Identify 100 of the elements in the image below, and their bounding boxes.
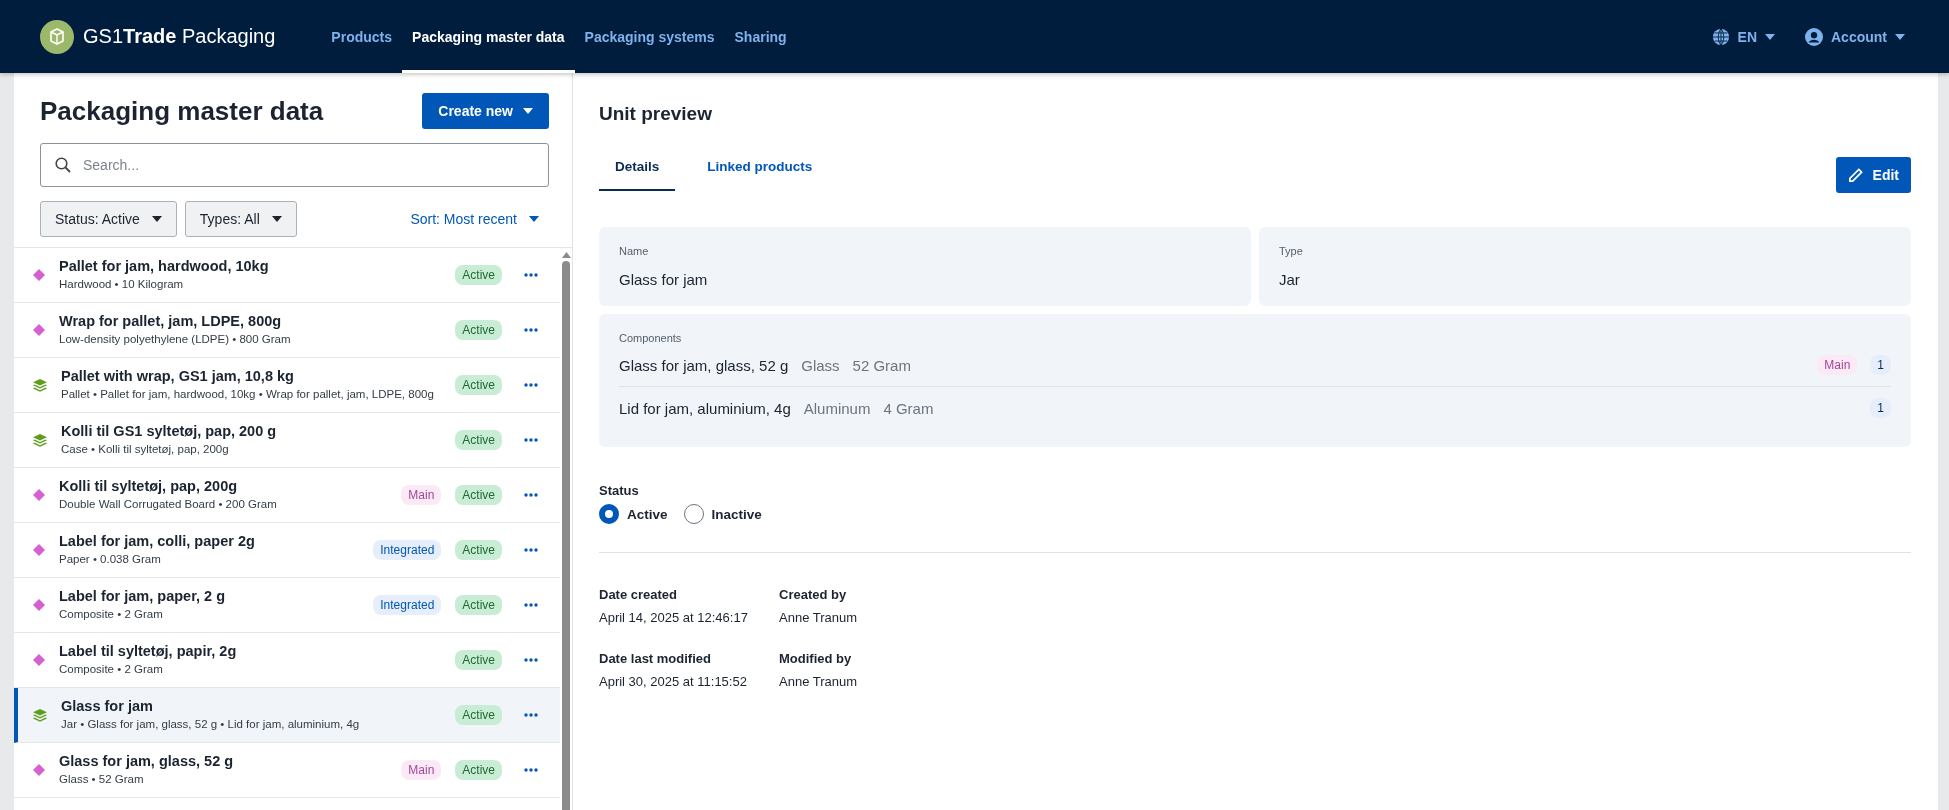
more-icon <box>524 768 538 772</box>
more-icon <box>524 383 538 387</box>
status-radio[interactable]: Active <box>599 504 668 524</box>
more-icon <box>524 658 538 662</box>
diamond-icon <box>33 544 45 556</box>
status-badge: Active <box>455 485 502 505</box>
item-subtitle: Composite • 2 Gram <box>59 606 164 622</box>
field-value: Glass for jam <box>619 271 709 288</box>
meta-value: Anne Tranum <box>779 610 859 625</box>
item-subtitle: Hardwood • 10 Kilogram <box>59 276 185 292</box>
diamond-icon <box>33 599 45 611</box>
brand-name: GS1Trade Packaging <box>83 25 276 48</box>
meta-label: Modified by <box>779 651 853 666</box>
status-badge: Active <box>455 540 502 560</box>
tag-badge: Integrated <box>373 595 442 615</box>
component-name: Glass for jam, glass, 52 g <box>619 356 789 374</box>
item-subtitle: Paper • 0.038 Gram <box>59 551 162 567</box>
filter-dropdown[interactable]: Types: All <box>184 201 297 237</box>
pencil-icon <box>1847 167 1863 183</box>
user-icon <box>1805 27 1823 46</box>
meta-value: Anne Tranum <box>779 674 859 689</box>
field-value: Jar <box>1279 271 1301 288</box>
language-button[interactable]: EN <box>1707 23 1779 50</box>
tag-badge: Main <box>1817 355 1858 375</box>
tag-badge: Integrated <box>373 540 442 560</box>
item-title: Kolli til GS1 syltetøj, pap, 200 g <box>61 422 278 439</box>
create-new-button[interactable]: Create new <box>422 93 549 129</box>
component-material: Aluminum <box>803 399 871 417</box>
status-badge: Active <box>455 375 502 395</box>
item-title: Wrap for pallet, jam, LDPE, 800g <box>59 312 283 329</box>
status-badge: Active <box>455 705 502 725</box>
caret-icon <box>151 216 162 222</box>
item-title: Label for jam, paper, 2 g <box>59 587 226 604</box>
status-badge: Active <box>455 320 502 340</box>
layers-icon <box>33 378 47 392</box>
more-icon <box>524 713 538 717</box>
status-radio[interactable]: Inactive <box>683 504 762 524</box>
globe-icon <box>1711 27 1730 46</box>
diamond-icon <box>33 324 45 336</box>
more-icon <box>524 438 538 442</box>
component-material: Glass <box>801 356 840 374</box>
list-item[interactable]: Glass for jam Jar • Glass for jam, glass, 52 g • Lid for jam, aluminium, 4g Active <box>14 688 560 743</box>
meta-label: Date last modified <box>599 651 712 666</box>
status-badge: Active <box>455 650 502 670</box>
component-name: Lid for jam, aluminium, 4g <box>619 399 791 417</box>
caret-icon <box>523 108 533 114</box>
field-label: Name <box>619 245 650 257</box>
scroll-up-arrow-icon[interactable] <box>561 252 571 258</box>
item-subtitle: Glass • 52 Gram <box>59 771 145 787</box>
more-icon <box>524 493 538 497</box>
count-badge: 1 <box>1870 398 1891 418</box>
account-button[interactable]: Account <box>1801 23 1909 50</box>
field-label: Components <box>619 332 683 344</box>
sort-dropdown[interactable]: Sort: Most recent <box>400 211 549 227</box>
diamond-icon <box>33 654 45 666</box>
status-label: Status <box>599 483 640 498</box>
status-badge: Active <box>455 430 502 450</box>
nav-link[interactable]: Sharing <box>724 0 797 73</box>
item-subtitle: Jar • Glass for jam, glass, 52 g • Lid for jam, aluminium, 4g <box>61 716 361 732</box>
tag-badge: Main <box>401 760 442 780</box>
meta-value: April 30, 2025 at 11:15:52 <box>599 674 748 689</box>
meta-label: Created by <box>779 587 848 602</box>
diamond-icon <box>33 269 45 281</box>
more-icon <box>524 273 538 277</box>
nav-link[interactable]: Packaging systems <box>574 0 725 73</box>
item-title: Label for jam, colli, paper 2g <box>59 532 256 549</box>
nav-link[interactable]: Products <box>321 0 403 73</box>
item-subtitle: Double Wall Corrugated Board • 200 Gram <box>59 496 278 512</box>
component-weight: 52 Gram <box>852 356 911 374</box>
item-title: Glass for jam <box>61 697 154 714</box>
logo-icon <box>40 19 74 54</box>
item-title: Pallet for jam, hardwood, 10kg <box>59 257 270 274</box>
search-icon <box>55 157 71 173</box>
layers-icon <box>33 433 47 447</box>
item-subtitle: Case • Kolli til syltetøj, pap, 200g <box>61 441 230 457</box>
panel-title: Packaging master data <box>40 95 324 127</box>
count-badge: 1 <box>1870 355 1891 375</box>
caret-icon <box>529 216 539 222</box>
meta-value: April 14, 2025 at 12:46:17 <box>599 610 749 625</box>
item-subtitle: Pallet • Pallet for jam, hardwood, 10kg • Wrap for pallet, jam, LDPE, 800g <box>61 386 435 402</box>
diamond-icon <box>33 489 45 501</box>
more-icon <box>524 548 538 552</box>
edit-button[interactable]: Edit <box>1835 157 1911 193</box>
field-label: Type <box>1279 245 1304 257</box>
filter-dropdown[interactable]: Status: Active <box>40 201 177 237</box>
status-badge: Active <box>455 595 502 615</box>
caret-icon <box>271 216 282 222</box>
item-title: Glass for jam, glass, 52 g <box>59 752 235 769</box>
tab[interactable]: Details <box>599 159 676 191</box>
caret-icon <box>1765 33 1775 40</box>
item-subtitle: Low-density polyethylene (LDPE) • 800 Gram <box>59 331 292 347</box>
tab[interactable]: Linked products <box>691 159 829 191</box>
search-field[interactable]: Search... <box>40 143 549 187</box>
more-icon <box>524 603 538 607</box>
meta-label: Date created <box>599 587 679 602</box>
item-title: Pallet with wrap, GS1 jam, 10,8 kg <box>61 367 295 384</box>
component-weight: 4 Gram <box>883 399 934 417</box>
status-badge: Active <box>455 760 502 780</box>
diamond-icon <box>33 764 45 776</box>
tag-badge: Main <box>401 485 442 505</box>
